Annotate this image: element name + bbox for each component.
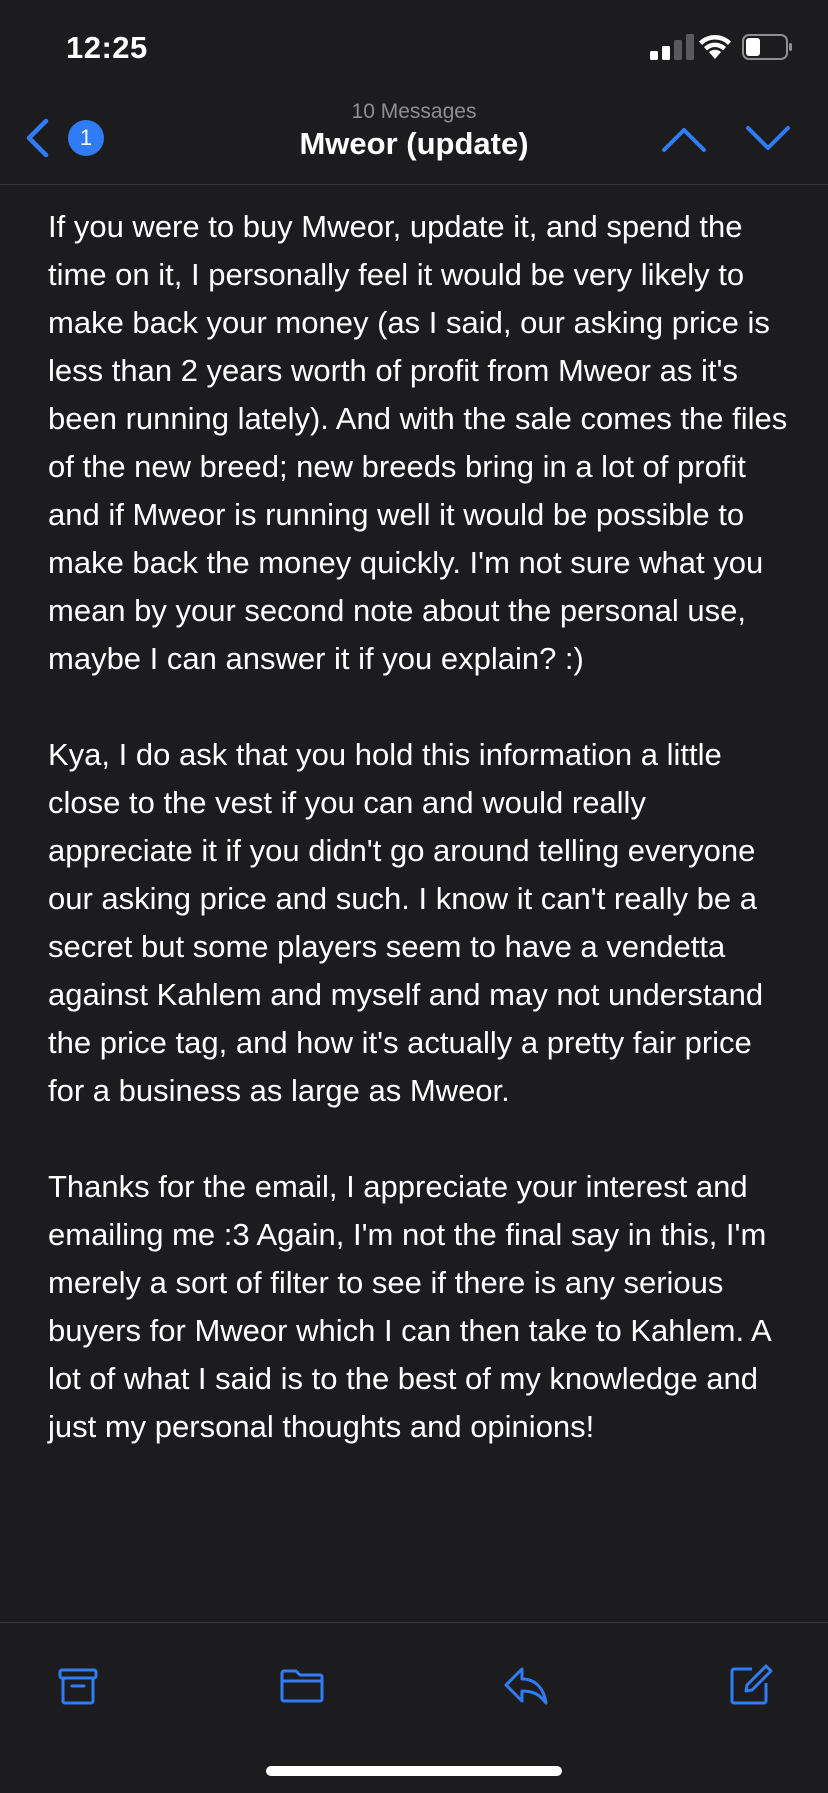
previous-message-button[interactable] bbox=[660, 122, 708, 156]
status-bar: 12:25 bbox=[0, 0, 828, 100]
message-paragraph: Kya, I do ask that you hold this informa… bbox=[48, 737, 764, 1108]
chevron-up-icon bbox=[662, 128, 706, 152]
next-message-button[interactable] bbox=[744, 122, 792, 156]
archive-button[interactable] bbox=[54, 1661, 102, 1709]
wifi-icon bbox=[699, 35, 731, 59]
message-count: 10 Messages bbox=[351, 100, 477, 123]
folder-icon bbox=[280, 1669, 324, 1703]
compose-icon bbox=[730, 1664, 773, 1705]
chevron-down-icon bbox=[746, 126, 790, 150]
nav-bar: 1 10 Messages Mweor (update) bbox=[0, 92, 828, 185]
signal-bars-icon bbox=[650, 34, 694, 60]
reply-icon bbox=[504, 1667, 548, 1705]
reply-button[interactable] bbox=[502, 1661, 550, 1709]
compose-button[interactable] bbox=[726, 1661, 774, 1709]
home-indicator[interactable] bbox=[266, 1766, 562, 1776]
message-paragraph: If you were to buy Mweor, update it, and… bbox=[48, 209, 788, 676]
archive-icon bbox=[58, 1668, 98, 1705]
message-body: If you were to buy Mweor, update it, and… bbox=[48, 203, 793, 1499]
message-paragraph: Thanks for the email, I appreciate your … bbox=[48, 1169, 770, 1444]
battery-icon bbox=[742, 34, 792, 60]
status-time: 12:25 bbox=[66, 30, 148, 65]
move-to-folder-button[interactable] bbox=[278, 1661, 326, 1709]
bottom-toolbar bbox=[0, 1622, 828, 1793]
